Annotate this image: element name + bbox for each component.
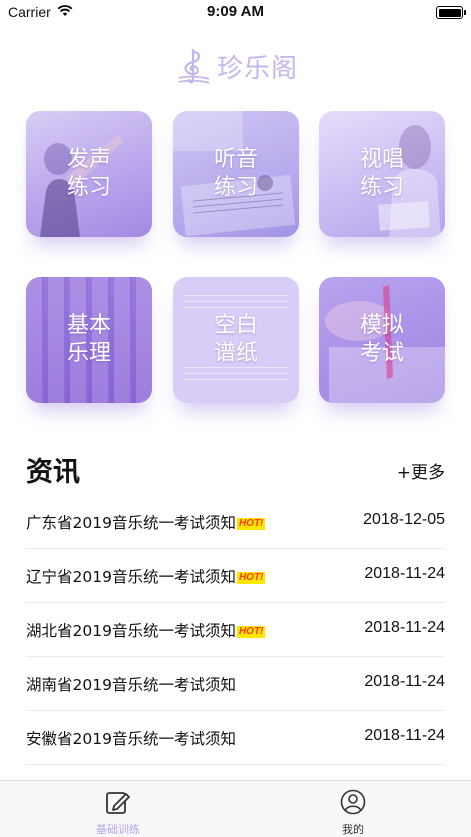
listening-practice-label: 听音练习 xyxy=(213,147,258,200)
staff-line xyxy=(183,295,289,296)
news-item-title: 湖北省2019音乐统一考试须知 xyxy=(26,622,236,640)
news-section-title: 资讯 xyxy=(26,457,80,488)
news-list-item[interactable]: 广东省2019音乐统一考试须知 HOT! 2018-12-05 xyxy=(26,495,445,549)
piano-key-shape xyxy=(136,277,152,403)
hot-badge: HOT! xyxy=(236,626,266,638)
news-list-item[interactable]: 辽宁省2019音乐统一考试须知 HOT! 2018-11-24 xyxy=(26,549,445,603)
mock-exam-card[interactable]: 模拟考试 xyxy=(319,277,445,403)
status-time: 9:09 AM xyxy=(207,3,264,20)
listening-practice-card[interactable]: 听音练习 xyxy=(173,111,299,237)
tab-mine[interactable]: 我的 xyxy=(303,789,403,837)
voice-practice-card[interactable]: 发声练习 xyxy=(26,111,152,237)
sight-singing-label: 视唱练习 xyxy=(359,147,404,200)
staff-line xyxy=(183,301,289,302)
edit-icon xyxy=(106,792,130,814)
news-item-date: 2018-11-24 xyxy=(364,673,445,690)
news-item-title: 辽宁省2019音乐统一考试须知 xyxy=(26,568,236,586)
hot-badge: HOT! xyxy=(236,572,266,584)
news-list-item[interactable]: 湖南省2019音乐统一考试须知 2018-11-24 xyxy=(26,657,445,711)
news-item-date: 2018-11-24 xyxy=(364,565,445,582)
blank-paper-label: 空白谱纸 xyxy=(213,313,258,366)
battery-icon xyxy=(436,6,466,19)
treble-clef-logo-icon xyxy=(178,48,210,84)
news-item-title: 湖南省2019音乐统一考试须知 xyxy=(26,676,236,694)
user-profile-icon xyxy=(340,789,366,815)
staff-line xyxy=(183,373,289,374)
news-item-title-wrap: 辽宁省2019音乐统一考试须知 HOT! xyxy=(26,565,266,587)
tab-basic-training[interactable]: 基础训练 xyxy=(68,789,168,837)
news-item-title: 安徽省2019音乐统一考试须知 xyxy=(26,730,236,748)
tab-bar: 基础训练 我的 xyxy=(0,780,471,837)
mock-exam-label: 模拟考试 xyxy=(359,313,404,366)
tab-basic-training-label: 基础训练 xyxy=(96,823,140,836)
news-list-item[interactable]: 湖北省2019音乐统一考试须知 HOT! 2018-11-24 xyxy=(26,603,445,657)
sight-singing-card[interactable]: 视唱练习 xyxy=(319,111,445,237)
news-item-title-wrap: 湖北省2019音乐统一考试须知 HOT! xyxy=(26,619,266,641)
news-more-link[interactable]: +更多 xyxy=(397,458,445,483)
staff-line xyxy=(183,307,289,308)
hot-badge: HOT! xyxy=(236,518,266,530)
news-item-title-wrap: 广东省2019音乐统一考试须知 HOT! xyxy=(26,511,266,533)
news-item-title: 广东省2019音乐统一考试须知 xyxy=(26,514,236,532)
logo-text: 珍乐阁 xyxy=(216,53,298,84)
news-item-date: 2018-11-24 xyxy=(364,727,445,744)
news-item-date: 2018-11-24 xyxy=(364,619,445,636)
music-theory-card[interactable]: 基本乐理 xyxy=(26,277,152,403)
tab-mine-label: 我的 xyxy=(342,823,364,836)
voice-practice-label: 发声练习 xyxy=(66,147,111,200)
app-logo: 珍乐阁 xyxy=(0,46,471,86)
status-bar: Carrier 9:09 AM xyxy=(0,0,471,26)
staff-line xyxy=(183,379,289,380)
news-list-item[interactable]: 安徽省2019音乐统一考试须知 2018-11-24 xyxy=(26,711,445,765)
music-theory-label: 基本乐理 xyxy=(66,313,111,366)
piano-key-shape xyxy=(26,277,44,403)
news-item-date: 2018-12-05 xyxy=(363,511,445,528)
piano-key-shape xyxy=(114,277,132,403)
blank-staff-paper-card[interactable]: 空白谱纸 xyxy=(173,277,299,403)
